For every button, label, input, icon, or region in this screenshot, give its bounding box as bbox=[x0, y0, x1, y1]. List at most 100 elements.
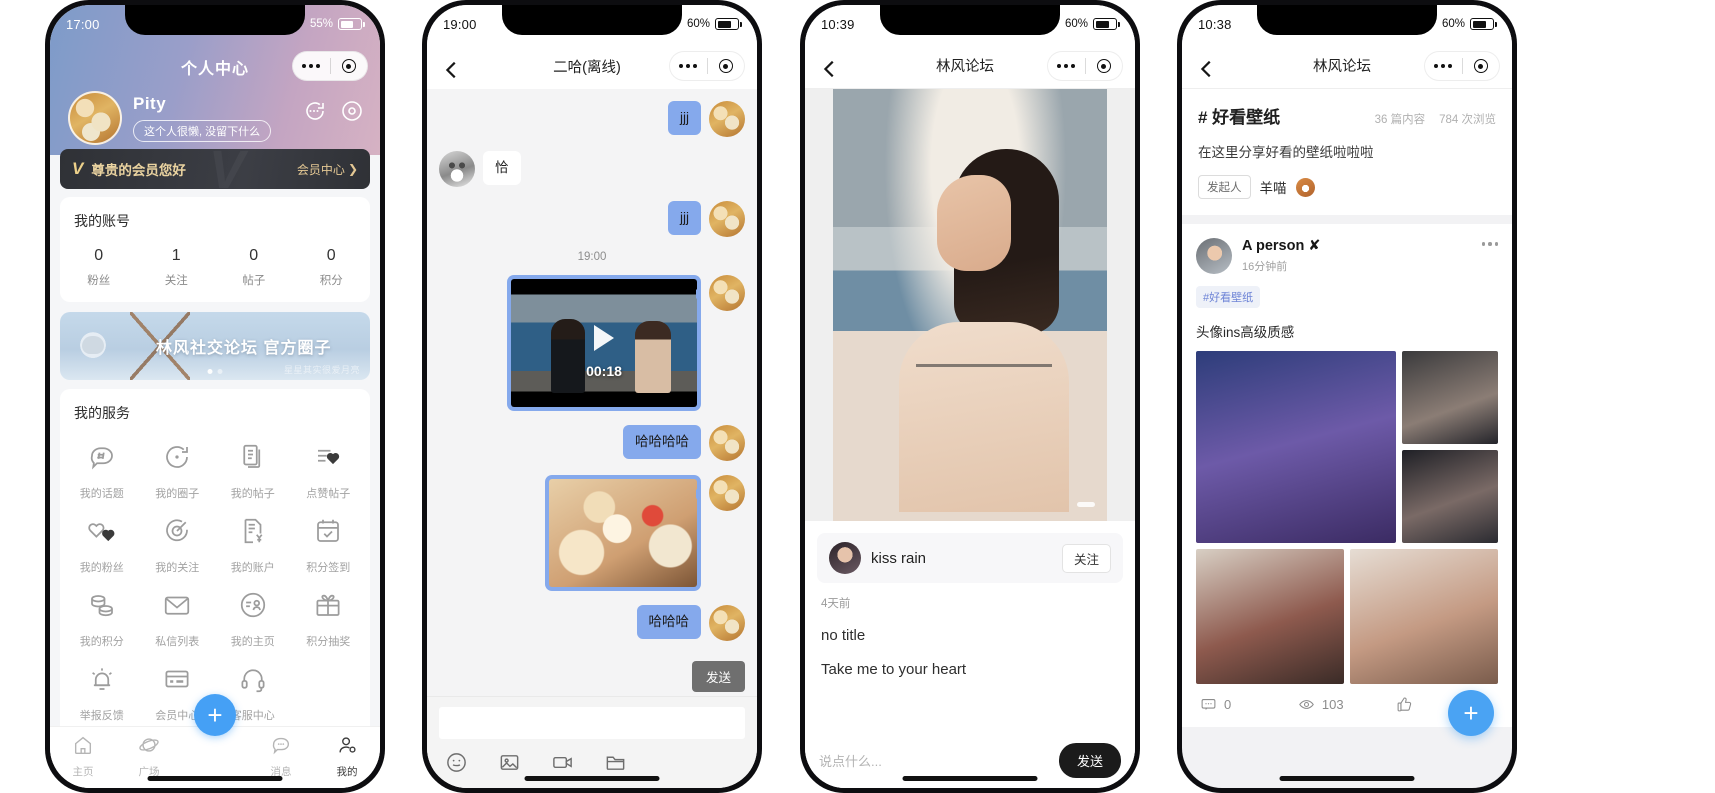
view-count[interactable]: 103 bbox=[1298, 696, 1396, 713]
post-image[interactable] bbox=[1402, 450, 1498, 543]
tab-plaza[interactable]: 广场 bbox=[116, 734, 182, 779]
stat-following[interactable]: 1 关注 bbox=[138, 247, 216, 288]
miniprogram-capsule[interactable] bbox=[1047, 51, 1123, 81]
more-menu-icon[interactable] bbox=[1048, 64, 1085, 68]
create-post-button[interactable]: + bbox=[194, 694, 236, 736]
follow-button[interactable]: 关注 bbox=[1062, 544, 1111, 573]
more-menu-icon[interactable] bbox=[1425, 64, 1462, 68]
vip-banner[interactable]: V 尊贵的会员您好 会员中心 ❯ bbox=[60, 149, 370, 189]
gift-icon bbox=[313, 590, 343, 620]
post-topic-chip[interactable]: #好看壁纸 bbox=[1196, 286, 1260, 308]
service-messages-list[interactable]: 私信列表 bbox=[140, 583, 216, 653]
post-image[interactable] bbox=[1402, 351, 1498, 444]
close-target-icon[interactable] bbox=[708, 59, 745, 73]
message-row: 恰 bbox=[439, 151, 745, 187]
image-message[interactable] bbox=[545, 475, 701, 591]
message-bubble[interactable]: jjj bbox=[668, 201, 701, 235]
avatar[interactable] bbox=[439, 151, 475, 187]
chat-input[interactable] bbox=[439, 707, 745, 739]
message-bubble[interactable]: jjj bbox=[668, 101, 701, 135]
folder-icon[interactable] bbox=[604, 751, 627, 779]
close-target-icon[interactable] bbox=[331, 59, 368, 73]
tab-mine[interactable]: 我的 bbox=[314, 734, 380, 779]
back-button[interactable] bbox=[1196, 58, 1218, 80]
service-my-fans[interactable]: 我的粉丝 bbox=[64, 509, 140, 579]
service-my-homepage[interactable]: 我的主页 bbox=[215, 583, 291, 653]
topic-posts-count: 36 篇内容 bbox=[1375, 111, 1426, 127]
service-points-checkin[interactable]: 积分签到 bbox=[291, 509, 367, 579]
promo-banner[interactable]: 林风社交论坛 官方圈子 星星其实很爱月亮 bbox=[60, 312, 370, 380]
service-liked-posts[interactable]: 点赞帖子 bbox=[291, 435, 367, 505]
owner-avatar[interactable] bbox=[1296, 178, 1315, 197]
miniprogram-capsule[interactable] bbox=[1424, 51, 1500, 81]
miniprogram-capsule[interactable] bbox=[292, 51, 368, 81]
avatar[interactable] bbox=[709, 275, 745, 311]
miniprogram-capsule[interactable] bbox=[669, 51, 745, 81]
author-info[interactable]: kiss rain bbox=[829, 542, 926, 574]
avatar[interactable] bbox=[709, 201, 745, 237]
more-options-icon[interactable] bbox=[1482, 242, 1499, 246]
stat-posts[interactable]: 0 帖子 bbox=[215, 247, 293, 288]
message-bubble[interactable]: 恰 bbox=[483, 151, 521, 185]
service-my-points[interactable]: 我的积分 bbox=[64, 583, 140, 653]
back-button[interactable] bbox=[441, 59, 463, 81]
chevron-left-icon bbox=[1196, 58, 1218, 80]
more-menu-icon[interactable] bbox=[293, 64, 330, 68]
message-icon[interactable] bbox=[302, 99, 326, 123]
post-image[interactable] bbox=[1196, 351, 1396, 543]
message-bubble[interactable]: 哈哈哈哈 bbox=[623, 425, 701, 459]
message-bubble[interactable]: 哈哈哈 bbox=[637, 605, 702, 639]
video-camera-icon[interactable] bbox=[551, 751, 574, 779]
account-section-title: 我的账号 bbox=[60, 211, 370, 233]
video-message[interactable]: 00:18 bbox=[507, 275, 701, 411]
send-button[interactable]: 发送 bbox=[1059, 743, 1121, 778]
topic-owner[interactable]: 发起人 羊喵 bbox=[1198, 175, 1496, 199]
emoji-icon[interactable] bbox=[445, 751, 468, 779]
tab-home[interactable]: 主页 bbox=[50, 734, 116, 779]
comment-input[interactable]: 说点什么... bbox=[819, 751, 1059, 770]
avatar[interactable] bbox=[709, 425, 745, 461]
avatar[interactable] bbox=[709, 475, 745, 511]
service-report-feedback[interactable]: 举报反馈 bbox=[64, 657, 140, 727]
vip-link[interactable]: 会员中心 ❯ bbox=[297, 161, 358, 178]
service-my-topics[interactable]: 我的话题 bbox=[64, 435, 140, 505]
more-menu-icon[interactable] bbox=[670, 64, 707, 68]
send-button[interactable]: 发送 bbox=[692, 661, 745, 692]
stat-points[interactable]: 0 积分 bbox=[293, 247, 371, 288]
avatar[interactable] bbox=[1196, 238, 1232, 274]
post-image-carousel[interactable] bbox=[805, 89, 1135, 521]
post-header[interactable]: A person ✘ 16分钟前 bbox=[1196, 238, 1498, 274]
carousel-dots[interactable] bbox=[208, 369, 223, 374]
comment-count[interactable]: 0 bbox=[1200, 696, 1298, 713]
service-my-following[interactable]: 我的关注 bbox=[140, 509, 216, 579]
avatar[interactable] bbox=[829, 542, 861, 574]
vip-text: 尊贵的会员您好 bbox=[91, 159, 186, 179]
video-thumbnail[interactable]: 00:18 bbox=[511, 279, 697, 407]
create-post-button[interactable]: + bbox=[1448, 690, 1494, 736]
back-button[interactable] bbox=[819, 58, 841, 80]
stat-fans[interactable]: 0 粉丝 bbox=[60, 247, 138, 288]
close-target-icon[interactable] bbox=[1463, 59, 1500, 73]
avatar[interactable] bbox=[709, 605, 745, 641]
play-icon[interactable] bbox=[594, 325, 614, 351]
image-icon[interactable] bbox=[498, 751, 521, 779]
chat-messages[interactable]: jjj 恰 jjj 19:00 bbox=[427, 89, 757, 696]
avatar[interactable] bbox=[68, 91, 122, 145]
circle-dot-icon bbox=[162, 442, 192, 472]
close-target-icon[interactable] bbox=[1086, 59, 1123, 73]
tab-messages[interactable]: 消息 bbox=[248, 734, 314, 779]
post-author-row[interactable]: kiss rain 关注 bbox=[817, 533, 1123, 583]
post-image[interactable] bbox=[833, 89, 1107, 521]
post-image[interactable] bbox=[1350, 549, 1498, 684]
message-row: jjj bbox=[439, 201, 745, 237]
post-image[interactable] bbox=[1196, 549, 1344, 684]
profile-user[interactable]: Pity 这个人很懒, 没留下什么 bbox=[68, 91, 271, 145]
view-count-value: 103 bbox=[1322, 697, 1344, 712]
service-my-posts[interactable]: 我的帖子 bbox=[215, 435, 291, 505]
avatar[interactable] bbox=[709, 101, 745, 137]
service-points-lottery[interactable]: 积分抽奖 bbox=[291, 583, 367, 653]
settings-icon[interactable] bbox=[340, 99, 364, 123]
service-my-account[interactable]: 我的账户 bbox=[215, 509, 291, 579]
image-thumbnail[interactable] bbox=[549, 479, 697, 587]
service-my-circle[interactable]: 我的圈子 bbox=[140, 435, 216, 505]
